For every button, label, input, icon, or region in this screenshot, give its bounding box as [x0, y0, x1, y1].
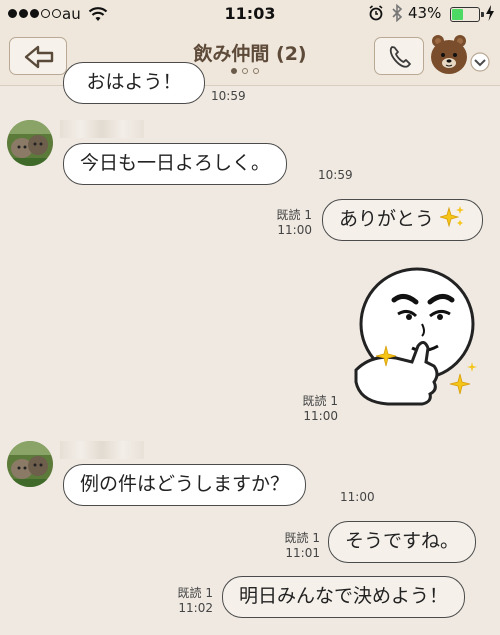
page-dot	[253, 68, 259, 74]
avatar[interactable]	[7, 120, 53, 166]
status-bar: au 11:03 43%	[0, 0, 500, 28]
read-label: 既読 1	[276, 208, 312, 222]
read-receipt: 既読 1 11:01	[270, 531, 320, 561]
page-dot	[231, 68, 237, 74]
read-receipt: 既読 1 11:02	[163, 586, 213, 616]
message-time: 10:59	[211, 89, 246, 103]
message-time: 11:00	[340, 490, 375, 504]
bear-avatar-icon	[431, 35, 490, 74]
message-bubble[interactable]: 明日みんなで決めよう！	[222, 576, 466, 618]
message-time: 11:00	[277, 223, 312, 237]
chat-title: 飲み仲間 (2)	[193, 43, 307, 65]
message-text: 例の件はどうしますか？	[80, 473, 290, 495]
menu-button[interactable]	[426, 34, 494, 78]
phone-icon	[389, 46, 411, 68]
charging-icon	[485, 5, 495, 25]
sender-name-blurred	[60, 120, 144, 138]
message-bubble[interactable]: おはよう！	[63, 62, 205, 104]
thumbs-up-sticker[interactable]	[352, 262, 482, 424]
call-button[interactable]	[374, 37, 424, 75]
message-time: 10:59	[318, 168, 353, 182]
cat-photo-icon	[7, 120, 53, 166]
read-receipt: 既読 1 11:00	[288, 394, 338, 424]
read-label: 既読 1	[177, 586, 213, 600]
battery-percent: 43%	[408, 4, 442, 22]
message-time: 11:02	[178, 601, 213, 615]
message-text: 明日みんなで決めよう！	[239, 585, 449, 607]
message-text: おはよう！	[86, 71, 182, 93]
sparkle-emoji-icon	[438, 206, 465, 228]
message-bubble[interactable]: 例の件はどうしますか？	[63, 464, 307, 506]
message-text: 今日も一日よろしく。	[80, 152, 271, 174]
read-label: 既読 1	[302, 394, 338, 408]
message-bubble[interactable]: 今日も一日よろしく。	[63, 143, 288, 185]
battery-icon	[450, 7, 484, 22]
read-label: 既読 1	[284, 531, 320, 545]
message-time: 11:00	[303, 409, 338, 423]
alarm-icon	[368, 5, 384, 25]
bluetooth-icon	[391, 3, 403, 26]
message-text: ありがとう	[339, 208, 435, 230]
page-indicator	[231, 68, 259, 74]
sender-name-blurred	[60, 441, 144, 459]
message-text: そうですね。	[345, 530, 460, 552]
cat-photo-icon	[7, 441, 53, 487]
message-bubble[interactable]: ありがとう	[322, 199, 484, 241]
message-time: 11:01	[285, 546, 320, 560]
avatar[interactable]	[7, 441, 53, 487]
page-dot	[242, 68, 248, 74]
message-bubble[interactable]: そうですね。	[328, 521, 477, 563]
read-receipt: 既読 1 11:00	[262, 208, 312, 238]
